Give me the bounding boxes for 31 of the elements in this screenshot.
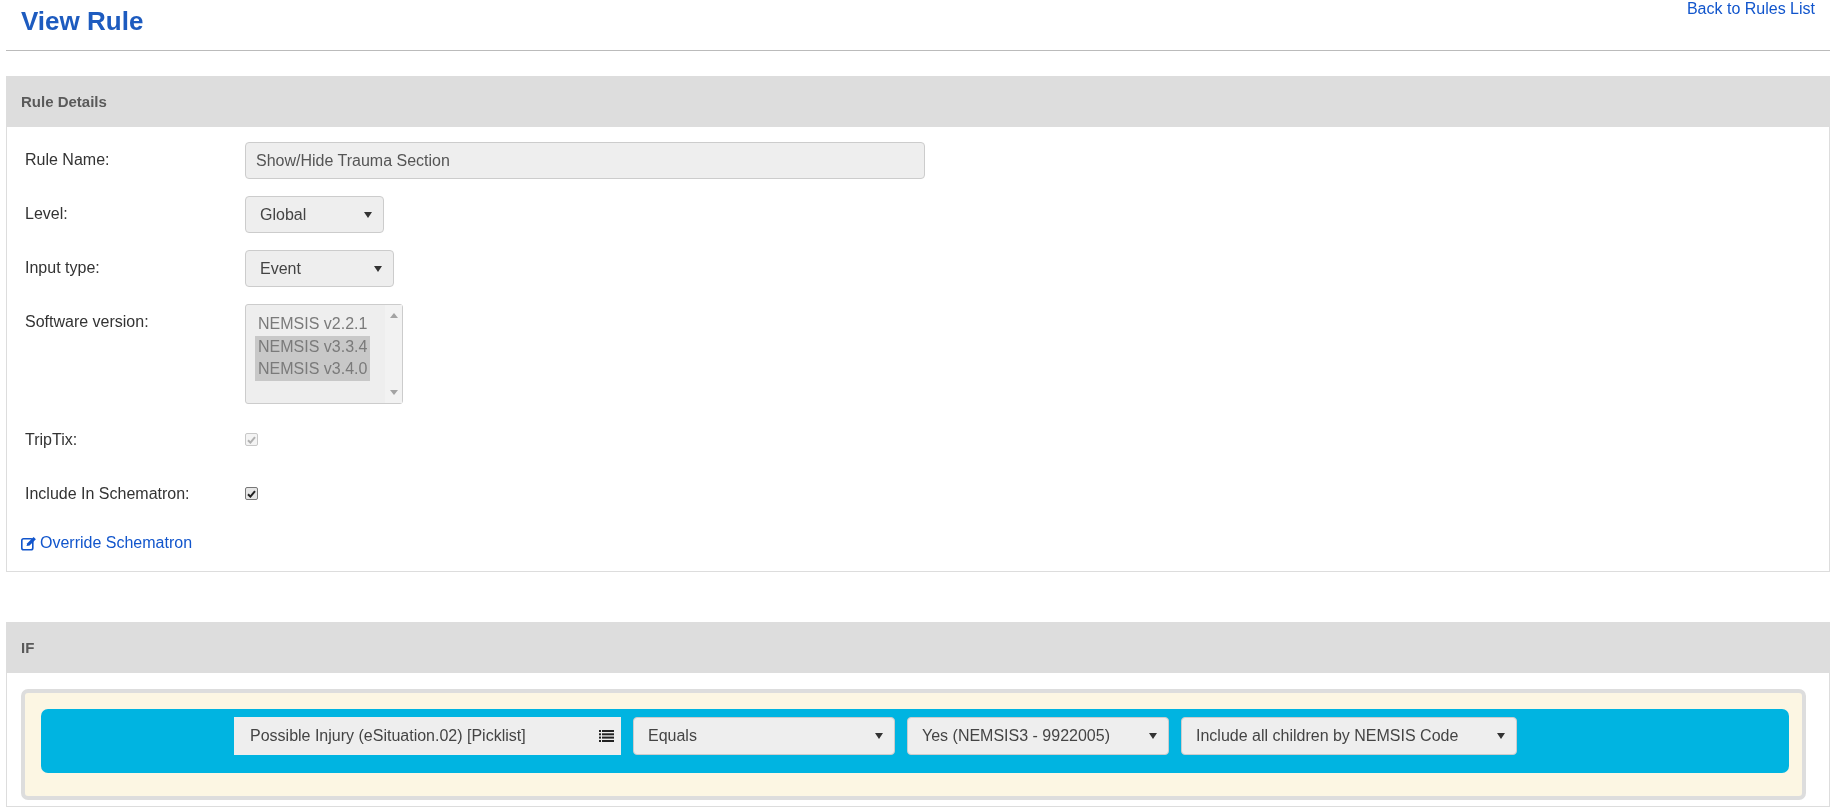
dropdown[interactable]: Include all children by NEMSIS Code xyxy=(1181,717,1517,755)
field-label: Include In Schematron: xyxy=(25,483,191,504)
text-field[interactable]: Show/Hide Trauma Section xyxy=(245,142,925,179)
list-icon[interactable] xyxy=(599,730,614,742)
dropdown[interactable]: Equals xyxy=(633,717,895,755)
scrollbar[interactable] xyxy=(385,305,402,403)
listbox[interactable]: NEMSIS v2.2.1 NEMSIS v3.3.4 NEMSIS v3.4.0 xyxy=(245,304,403,404)
back-to-rules-link[interactable]: Back to Rules List xyxy=(1686,0,1815,18)
listbox-option[interactable]: NEMSIS v2.2.1 xyxy=(255,313,371,336)
caret-icon xyxy=(374,265,382,272)
checkbox[interactable] xyxy=(245,487,258,500)
page-title: View Rule xyxy=(21,6,144,36)
field-label: Level: xyxy=(25,204,69,224)
field-label: Input type: xyxy=(25,258,101,278)
dropdown[interactable]: Global xyxy=(245,196,384,233)
panel-title: Rule Details xyxy=(21,93,107,111)
caret-icon xyxy=(364,211,372,218)
dropdown[interactable]: Yes (NEMSIS3 - 9922005) xyxy=(907,717,1169,755)
scroll-up-arrow-icon[interactable] xyxy=(389,313,398,318)
scroll-down-arrow-icon[interactable] xyxy=(389,390,398,395)
caret-icon xyxy=(1149,733,1157,739)
field-label: Rule Name: xyxy=(25,150,111,170)
caret-icon xyxy=(875,733,883,739)
field-label: Software version: xyxy=(25,312,150,332)
caret-icon xyxy=(1497,733,1505,739)
edit-icon xyxy=(21,535,37,551)
panel-title: IF xyxy=(21,639,35,657)
override-schematron-link[interactable]: Override Schematron xyxy=(21,533,193,553)
field-label: TripTix: xyxy=(25,429,79,450)
dropdown[interactable]: Event xyxy=(245,250,394,287)
picklist-field[interactable]: Possible Injury (eSituation.02) [Picklist] xyxy=(234,717,621,755)
